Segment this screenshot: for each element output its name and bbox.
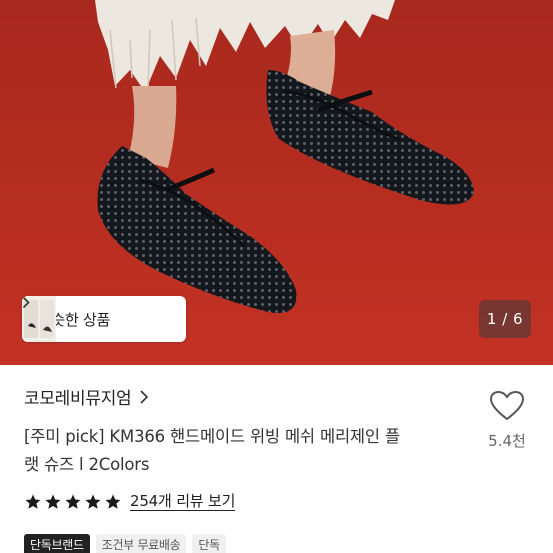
brand-name: 코모레비뮤지엄 — [24, 389, 132, 409]
review-link[interactable]: 254개 리뷰 보기 — [130, 492, 235, 511]
image-counter: 1 / 6 — [479, 300, 531, 338]
like-count: 5.4천 — [488, 432, 526, 450]
chevron-right-icon — [140, 389, 149, 404]
product-title-line-2: 랫 슈즈 l 2Colors — [24, 455, 150, 474]
star-rating — [24, 493, 122, 511]
tag-badge: 조건부 무료배송 — [95, 534, 187, 553]
tag-badge: 단독브랜드 — [24, 534, 90, 553]
tag-badge: 단독 — [192, 534, 226, 553]
product-tags: 단독브랜드 조건부 무료배송 단독 — [24, 534, 226, 553]
like-button[interactable]: 5.4천 — [484, 390, 530, 451]
star-icon — [45, 494, 61, 509]
heart-outline-icon — [489, 390, 525, 421]
similar-products-button[interactable]: 비슷한 상품 — [22, 296, 186, 342]
star-icon — [65, 494, 81, 509]
star-icon — [85, 494, 101, 509]
star-icon — [25, 494, 41, 509]
product-image-carousel[interactable]: 비슷한 상품 1 / 6 — [0, 0, 553, 365]
product-title: [주미 pick] KM366 핸드메이드 위빙 메쉬 메리제인 플 랫 슈즈 … — [24, 423, 464, 479]
rating-row: 254개 리뷰 보기 — [24, 492, 235, 511]
product-title-line-1: [주미 pick] KM366 핸드메이드 위빙 메쉬 메리제인 플 — [24, 427, 400, 446]
star-icon — [105, 494, 121, 509]
brand-link[interactable]: 코모레비뮤지엄 — [24, 384, 149, 409]
